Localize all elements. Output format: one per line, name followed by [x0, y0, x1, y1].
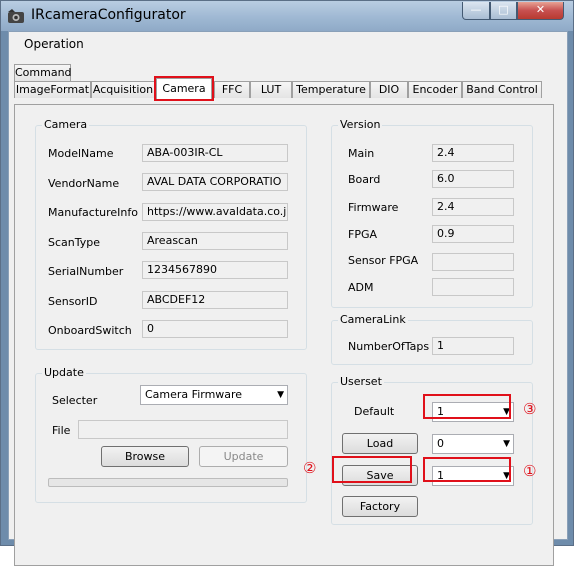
scantype-label: ScanType	[48, 236, 101, 249]
onboardswitch-value[interactable]: 0	[142, 320, 288, 338]
scantype-value[interactable]: Areascan	[142, 232, 288, 250]
cameralink-group: CameraLink NumberOfTaps 1	[331, 313, 533, 365]
sensorid-label: SensorID	[48, 295, 98, 308]
main-value[interactable]: 2.4	[432, 144, 514, 162]
tab-encoder[interactable]: Encoder	[408, 81, 462, 98]
chevron-down-icon: ▼	[503, 439, 510, 449]
firmware-label: Firmware	[348, 201, 399, 214]
title-bar[interactable]: IRcameraConfigurator — □ ✕	[1, 1, 573, 31]
menu-bar: Operation	[9, 32, 567, 58]
window-title: IRcameraConfigurator	[31, 7, 186, 23]
numberoftaps-label: NumberOfTaps	[348, 340, 430, 353]
tab-ffc[interactable]: FFC	[214, 81, 250, 98]
manufactureinfo-value[interactable]: https://www.avaldata.co.jp	[142, 203, 288, 221]
firmware-value[interactable]: 2.4	[432, 198, 514, 216]
camera-tab-panel: Camera ModelName ABA-003IR-CL VendorName…	[14, 104, 554, 566]
version-group-title: Version	[338, 118, 383, 131]
serialnumber-label: SerialNumber	[48, 265, 124, 278]
tab-acquisition[interactable]: Acquisition	[91, 81, 155, 98]
serialnumber-value[interactable]: 1234567890	[142, 261, 288, 279]
manufactureinfo-label: ManufactureInfo	[48, 206, 138, 219]
update-group: Update Selecter Camera Firmware ▼ File B…	[35, 366, 307, 503]
default-highlight-box	[423, 394, 511, 419]
camera-group: Camera ModelName ABA-003IR-CL VendorName…	[35, 118, 307, 350]
tab-band-control[interactable]: Band Control	[462, 81, 542, 98]
onboardswitch-label: OnboardSwitch	[48, 324, 132, 337]
menu-operation[interactable]: Operation	[24, 37, 84, 51]
version-group: Version Main 2.4 Board 6.0 Firmware 2.4 …	[331, 118, 533, 308]
update-group-title: Update	[42, 366, 86, 379]
fpga-label: FPGA	[348, 228, 378, 241]
tab-camera[interactable]: Camera	[154, 76, 214, 101]
chevron-down-icon: ▼	[277, 390, 284, 400]
marker-three: ③	[523, 400, 537, 418]
sensor-fpga-value[interactable]	[432, 253, 514, 271]
load-dropdown[interactable]: 0 ▼	[432, 434, 514, 454]
adm-value[interactable]	[432, 278, 514, 296]
modelname-label: ModelName	[48, 147, 114, 160]
sensorid-value[interactable]: ABCDEF12	[142, 291, 288, 309]
marker-two: ②	[303, 459, 317, 477]
fpga-value[interactable]: 0.9	[432, 225, 514, 243]
factory-button[interactable]: Factory	[342, 496, 418, 517]
modelname-value[interactable]: ABA-003IR-CL	[142, 144, 288, 162]
main-label: Main	[348, 147, 375, 160]
tab-imageformat[interactable]: ImageFormat	[14, 81, 91, 98]
selecter-dropdown[interactable]: Camera Firmware ▼	[140, 385, 288, 405]
minimize-button[interactable]: —	[462, 2, 490, 20]
sensor-fpga-label: Sensor FPGA	[348, 254, 419, 267]
tab-command[interactable]: Command	[14, 64, 72, 81]
tab-temperature[interactable]: Temperature	[292, 81, 370, 98]
tab-dio[interactable]: DIO	[370, 81, 408, 98]
userset-group-title: Userset	[338, 375, 384, 388]
numberoftaps-value[interactable]: 1	[432, 337, 514, 355]
default-label: Default	[354, 405, 395, 418]
camera-group-title: Camera	[42, 118, 90, 131]
vendorname-label: VendorName	[48, 177, 120, 190]
tab-lut[interactable]: LUT	[250, 81, 292, 98]
selecter-value: Camera Firmware	[145, 388, 243, 401]
file-input[interactable]	[78, 420, 288, 439]
maximize-button[interactable]: □	[490, 2, 517, 20]
selecter-label: Selecter	[52, 394, 98, 407]
file-label: File	[52, 424, 71, 437]
save-button-highlight-box	[332, 456, 412, 483]
board-label: Board	[348, 173, 381, 186]
load-button[interactable]: Load	[342, 433, 418, 454]
camera-app-icon	[8, 9, 24, 23]
save-select-highlight-box	[423, 457, 511, 482]
close-button[interactable]: ✕	[517, 2, 564, 20]
vendorname-value[interactable]: AVAL DATA CORPORATIO	[142, 173, 288, 191]
browse-button[interactable]: Browse	[101, 446, 189, 467]
marker-one: ①	[523, 462, 537, 480]
board-value[interactable]: 6.0	[432, 170, 514, 188]
cameralink-group-title: CameraLink	[338, 313, 408, 326]
adm-label: ADM	[348, 281, 374, 294]
load-value: 0	[437, 437, 444, 450]
update-button[interactable]: Update	[199, 446, 288, 467]
update-progress-bar	[48, 478, 288, 487]
